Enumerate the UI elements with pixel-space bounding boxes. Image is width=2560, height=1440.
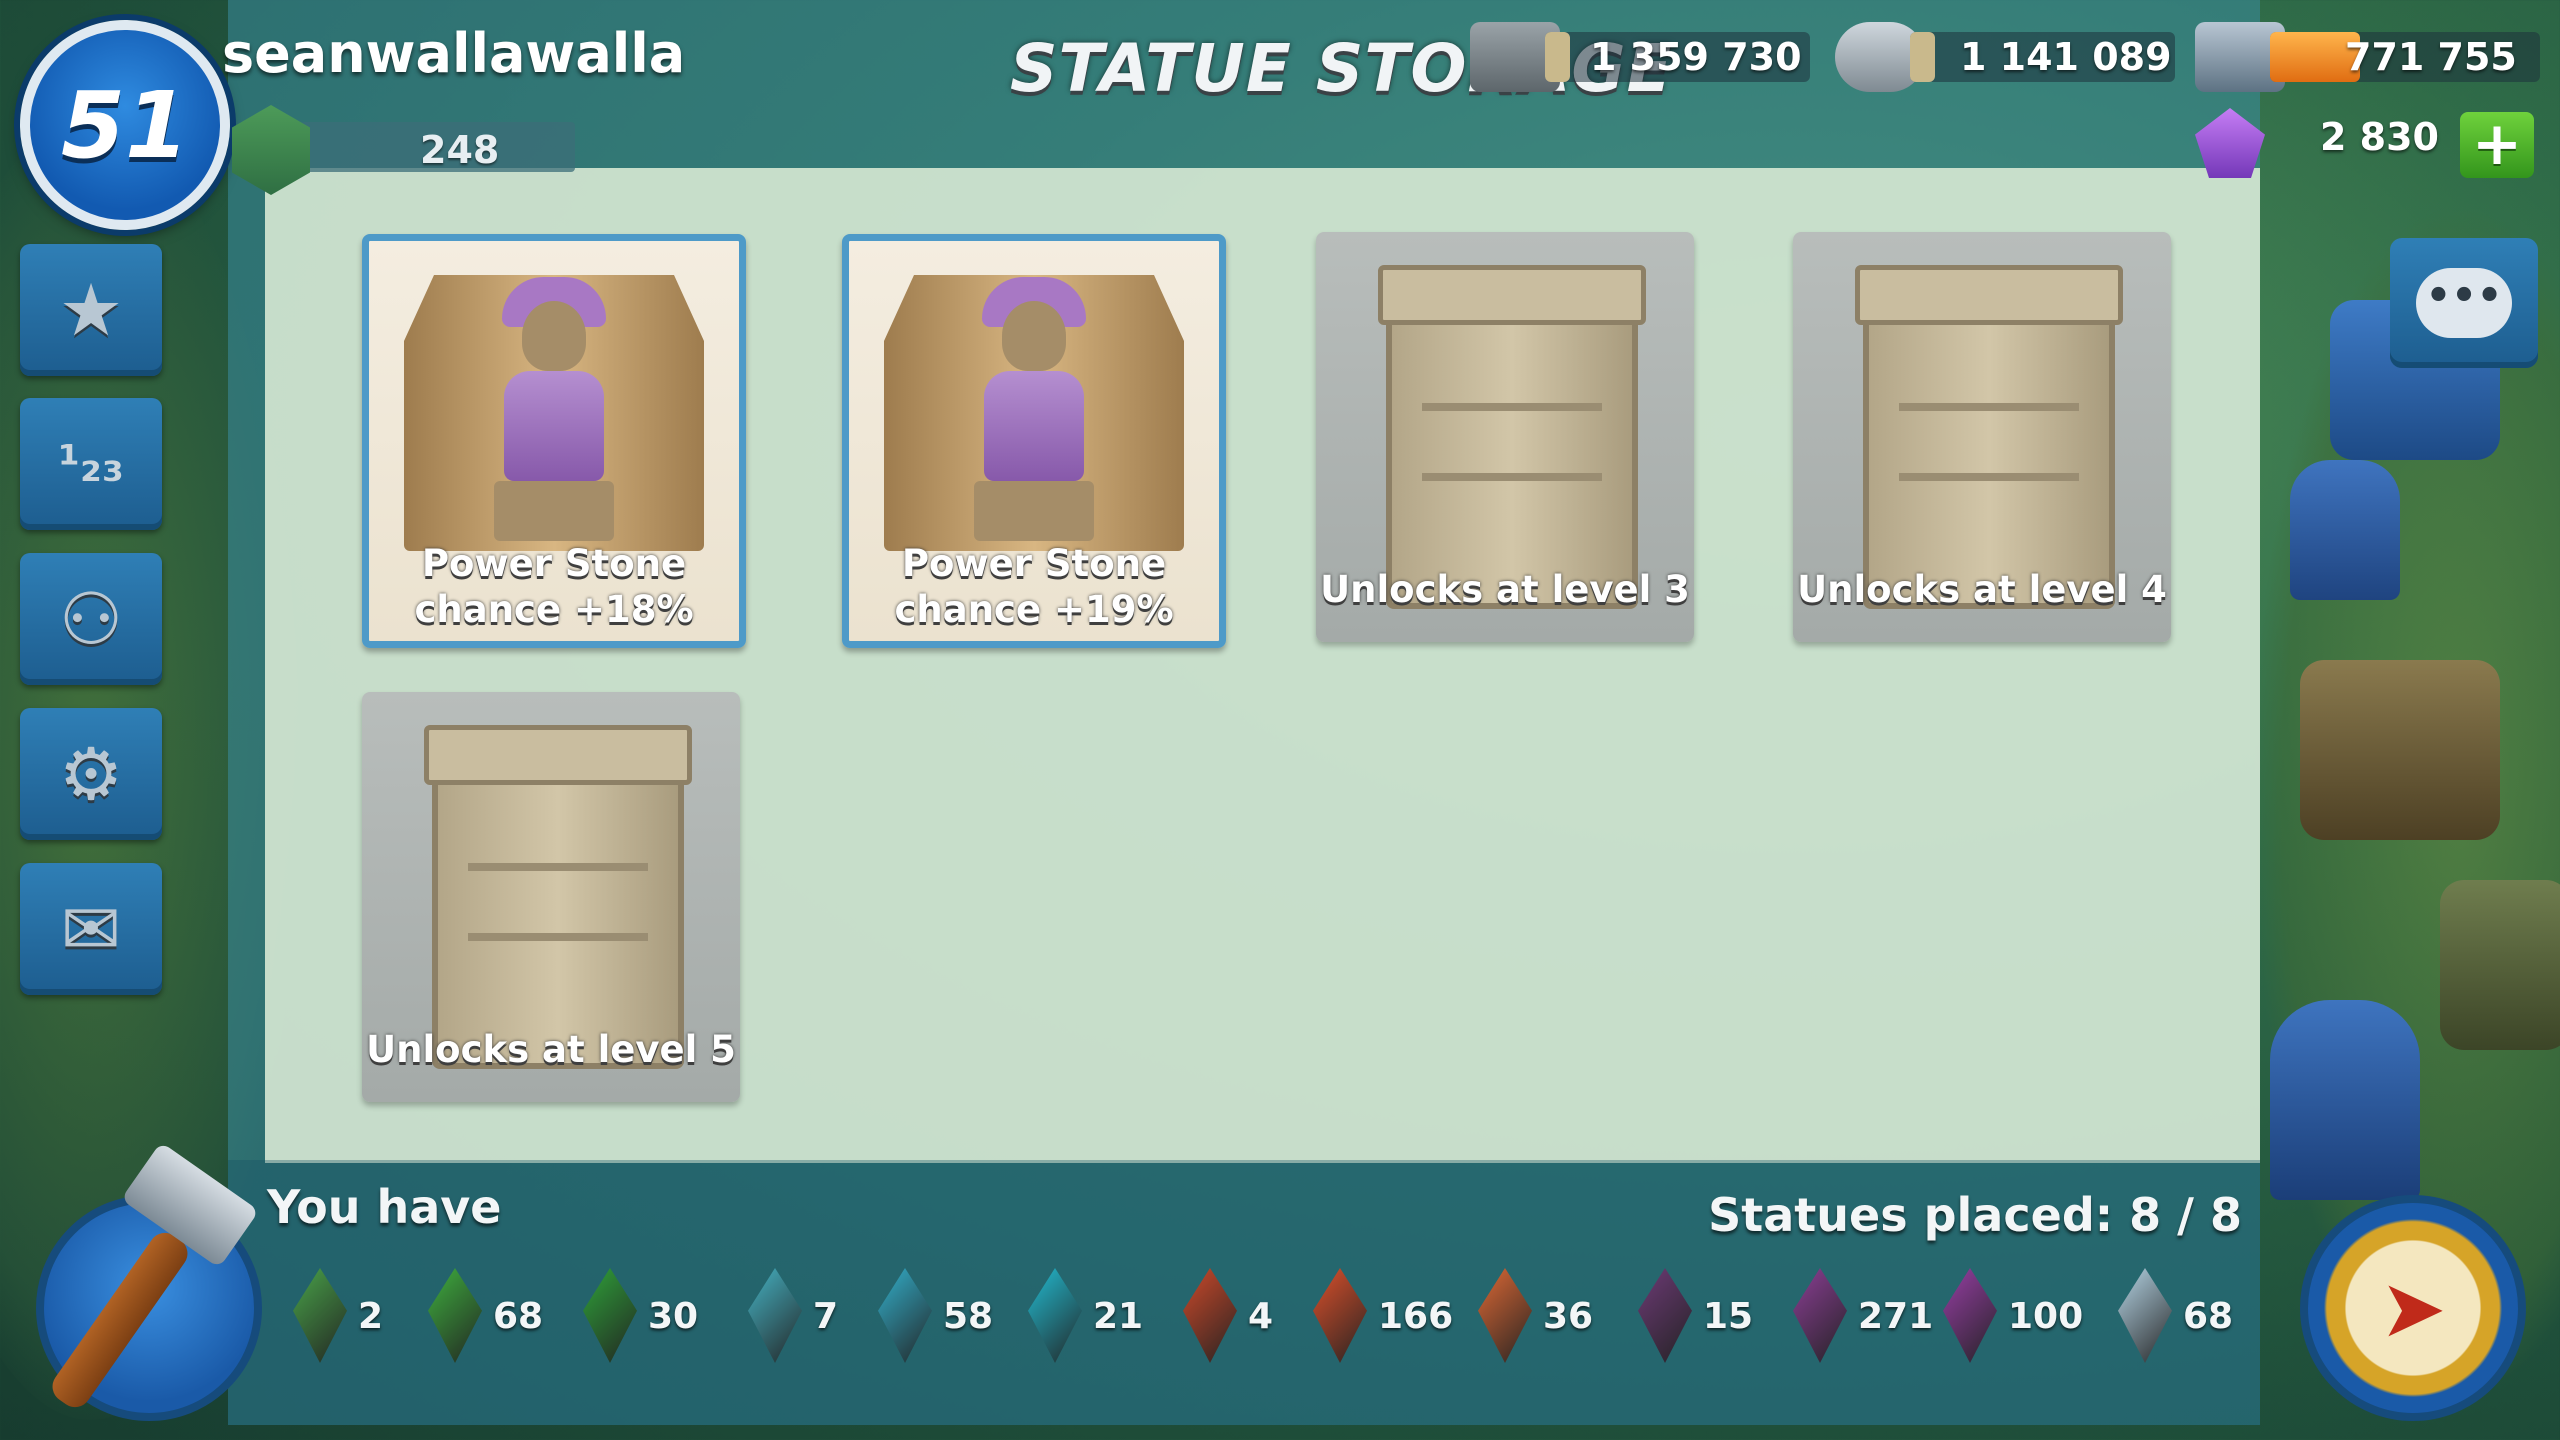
statue-slot-2[interactable]: Power Stone chance +19%	[842, 234, 1226, 648]
compass-needle-icon: ➤	[2379, 1261, 2447, 1355]
inventory-count: 68	[493, 1296, 544, 1337]
slot-caption-line2: chance +18%	[414, 588, 694, 631]
iron-amount: 771 755	[2345, 35, 2517, 79]
iron-bar: 771 755	[2270, 32, 2540, 82]
crate-icon	[424, 725, 692, 1069]
inventory-count: 100	[2008, 1296, 2084, 1337]
podium-icon: ¹₂₃	[58, 435, 124, 493]
gears-icon: ⚙	[58, 732, 124, 816]
diamond-amount: 2 830	[2320, 115, 2439, 159]
add-diamonds-button[interactable]: +	[2460, 112, 2534, 178]
slot-caption: Unlocks at level 5	[366, 1028, 736, 1071]
statues-placed-count: Statues placed: 8 / 8	[1708, 1188, 2242, 1242]
player-name: seanwallawalla	[222, 22, 686, 85]
inventory-count: 15	[1703, 1296, 1754, 1337]
inventory-count: 4	[1248, 1296, 1274, 1337]
statue-slot-1[interactable]: Power Stone chance +18%	[362, 234, 746, 648]
statue-slot-5-locked[interactable]: Unlocks at level 5	[362, 692, 740, 1102]
mail-button[interactable]: ✉	[20, 863, 162, 995]
inventory-count: 21	[1093, 1296, 1144, 1337]
inventory-count: 2	[358, 1296, 384, 1337]
slot-caption: Unlocks at level 4	[1797, 568, 2167, 611]
crate-icon	[1855, 265, 2123, 609]
player-level-badge[interactable]: 51	[20, 20, 230, 230]
background-building	[2290, 460, 2400, 600]
background-building	[2270, 1000, 2420, 1200]
xp-value: 248	[420, 128, 500, 172]
settings-button[interactable]: ⚙	[20, 708, 162, 840]
background-building	[2300, 660, 2500, 840]
stone-bar: 1 141 089	[1910, 32, 2175, 82]
group-icon: ⚇	[58, 577, 124, 661]
envelope-icon: ✉	[60, 887, 122, 971]
slot-caption-line1: Power Stone	[421, 542, 687, 585]
crate-icon	[1378, 265, 1646, 609]
statue-slot-3-locked[interactable]: Unlocks at level 3	[1316, 232, 1694, 642]
wood-bar: 1 359 730	[1545, 32, 1810, 82]
inventory-count: 58	[943, 1296, 994, 1337]
inventory-count: 166	[1378, 1296, 1454, 1337]
player-level: 51	[60, 71, 190, 179]
rankings-button[interactable]: ¹₂₃	[20, 398, 162, 530]
background-building	[2440, 880, 2560, 1050]
statue-figure-image	[494, 277, 614, 541]
inventory-label: You have	[267, 1180, 502, 1234]
inventory-count: 68	[2183, 1296, 2234, 1337]
stars-icon: ★	[58, 268, 124, 352]
leaderboard-button[interactable]: ★	[20, 244, 162, 376]
chat-bubble-icon: •••	[2416, 268, 2512, 338]
inventory-count: 30	[648, 1296, 699, 1337]
wood-amount: 1 359 730	[1590, 35, 1802, 79]
inventory-count: 36	[1543, 1296, 1594, 1337]
map-compass-button[interactable]: ➤	[2300, 1195, 2526, 1421]
slot-caption-line1: Power Stone	[901, 542, 1167, 585]
inventory-count: 7	[813, 1296, 839, 1337]
chat-button[interactable]: •••	[2390, 238, 2538, 368]
stone-amount: 1 141 089	[1960, 35, 2172, 79]
slot-caption-line2: chance +19%	[894, 588, 1174, 631]
inventory-count: 271	[1858, 1296, 1934, 1337]
slot-caption: Unlocks at level 3	[1320, 568, 1690, 611]
statue-figure-image	[974, 277, 1094, 541]
statue-slot-4-locked[interactable]: Unlocks at level 4	[1793, 232, 2171, 642]
task-force-button[interactable]: ⚇	[20, 553, 162, 685]
